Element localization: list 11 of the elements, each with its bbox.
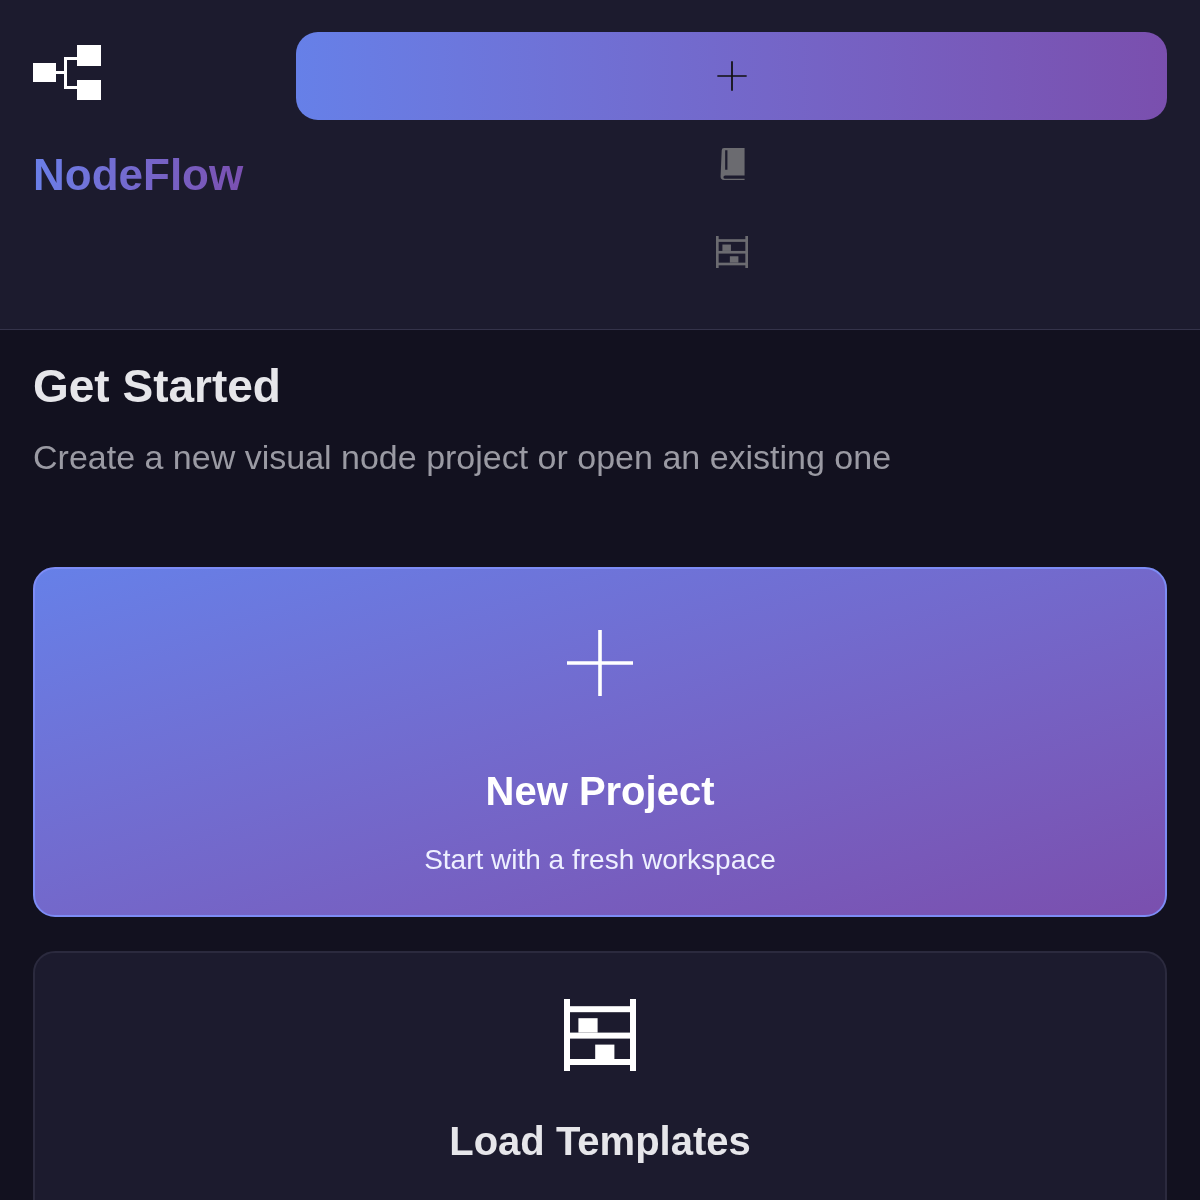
section-subtitle: Create a new visual node project or open an existing one: [33, 436, 893, 478]
project-card[interactable]: New Project Start with a fresh workspace: [33, 566, 1167, 917]
shelf-icon: [715, 236, 748, 268]
plus-icon: [715, 60, 748, 92]
card-title: Load Templates: [449, 1117, 751, 1165]
shelf-icon: [564, 998, 636, 1071]
node-tree-icon: [33, 45, 101, 101]
card-subtitle: Start with a fresh workspace: [424, 842, 776, 877]
section-title: Get Started: [33, 359, 282, 414]
project-card[interactable]: Load Templates: [33, 950, 1167, 1200]
card-title: New Project: [485, 767, 715, 815]
